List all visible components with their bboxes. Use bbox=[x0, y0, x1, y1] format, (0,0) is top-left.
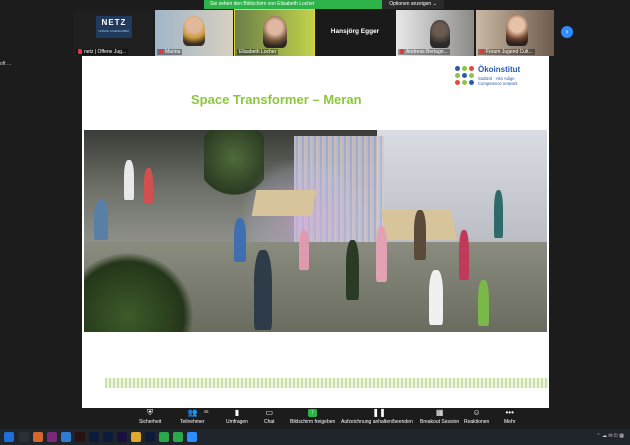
whatsapp-icon[interactable] bbox=[173, 432, 183, 442]
zoom-window: Sie sehen den Bildschirm von Elisabeth L… bbox=[0, 0, 630, 445]
reactions-icon: ☺ bbox=[472, 408, 481, 417]
record-button[interactable]: ❚❚ Aufzeichnung anhalten/beenden bbox=[341, 408, 413, 426]
participant-name: netz | Offene Jug... bbox=[84, 49, 127, 55]
windows-taskbar: ⌃ ☁ ✉ ⏻ ▦ bbox=[0, 429, 630, 445]
netz-logo: NETZ OFFENE JUGENDARBEIT bbox=[96, 16, 132, 38]
shared-slide: Ökoinstitut Südtirol · Alto Adige Compet… bbox=[82, 56, 549, 409]
participants-icon: 👥 bbox=[187, 408, 198, 417]
slide-footer-bar bbox=[105, 378, 548, 388]
participant-name: Marina bbox=[165, 49, 181, 55]
muted-mic-icon bbox=[400, 49, 404, 55]
shield-icon: ⛨ bbox=[147, 408, 154, 417]
muted-mic-icon bbox=[78, 49, 82, 55]
record-icon: ❚❚ bbox=[372, 408, 386, 417]
logo-dots-icon bbox=[455, 66, 475, 86]
photoshop2-icon[interactable] bbox=[145, 432, 155, 442]
chat-icon: ▭ bbox=[265, 408, 274, 417]
outlook-icon[interactable] bbox=[61, 432, 71, 442]
reactions-button[interactable]: ☺ Reaktionen bbox=[464, 408, 489, 426]
breakout-button[interactable]: ▦ Breakout Session bbox=[420, 408, 459, 426]
poll-icon: ▮ bbox=[234, 408, 240, 417]
participant-tile[interactable]: Forum Jugend Cult... bbox=[476, 10, 554, 56]
screen-share-banner: Sie sehen den Bildschirm von Elisabeth L… bbox=[204, 0, 382, 9]
side-tools[interactable]: oft ... bbox=[0, 61, 40, 69]
zoom-icon[interactable] bbox=[187, 432, 197, 442]
participant-tile[interactable]: NETZ OFFENE JUGENDARBEIT netz | Offene J… bbox=[74, 10, 153, 56]
next-page-arrow-icon[interactable]: › bbox=[561, 26, 573, 38]
system-tray[interactable]: ⌃ ☁ ✉ ⏻ ▦ bbox=[596, 433, 624, 439]
muted-mic-icon bbox=[159, 49, 163, 55]
muted-mic-icon bbox=[480, 49, 484, 55]
view-options-button[interactable]: Optionen anzeigen ⌄ bbox=[382, 0, 444, 9]
firefox-icon[interactable] bbox=[33, 432, 43, 442]
participant-video bbox=[263, 16, 287, 48]
start-icon[interactable] bbox=[4, 432, 14, 442]
files-icon[interactable] bbox=[131, 432, 141, 442]
participant-video bbox=[506, 14, 528, 46]
participant-name: Andreas Bertagn... bbox=[406, 49, 448, 55]
participant-strip: NETZ OFFENE JUGENDARBEIT netz | Offene J… bbox=[74, 9, 558, 57]
search-icon[interactable] bbox=[19, 432, 29, 442]
event-photo bbox=[84, 130, 547, 332]
participant-tile[interactable]: Hansjörg Egger bbox=[316, 10, 394, 56]
chrome-icon[interactable] bbox=[159, 432, 169, 442]
participant-count: 46 bbox=[203, 409, 209, 414]
participant-video bbox=[430, 20, 450, 48]
security-button[interactable]: ⛨ Sicherheit bbox=[139, 408, 161, 426]
onenote-icon[interactable] bbox=[47, 432, 57, 442]
chat-button[interactable]: ▭ Chat bbox=[264, 408, 275, 426]
share-screen-icon: ↑ bbox=[308, 409, 318, 417]
more-button[interactable]: ••• Mehr bbox=[504, 408, 515, 426]
logo-brand: Ökoinstitut bbox=[478, 65, 521, 74]
more-icon: ••• bbox=[505, 408, 514, 417]
participant-name: Forum Jugend Cult... bbox=[486, 49, 533, 55]
premiere-icon[interactable] bbox=[117, 432, 127, 442]
lightroom-icon[interactable] bbox=[89, 432, 99, 442]
participant-tile[interactable]: Marina bbox=[155, 10, 233, 56]
breakout-icon: ▦ bbox=[435, 408, 444, 417]
oekoinstitut-logo: Ökoinstitut Südtirol · Alto Adige Compet… bbox=[455, 65, 539, 87]
photoshop-icon[interactable] bbox=[103, 432, 113, 442]
participants-button[interactable]: 👥 46 Teilnehmer bbox=[180, 408, 208, 426]
logo-subline: Competence network bbox=[478, 81, 518, 86]
participant-video bbox=[183, 16, 205, 46]
participant-name: Elisabeth Locher bbox=[239, 49, 277, 55]
share-screen-button[interactable]: ↑ Bildschirm freigeben bbox=[290, 409, 335, 425]
illustrator-icon[interactable] bbox=[75, 432, 85, 442]
participant-tile-active-speaker[interactable]: Elisabeth Locher bbox=[234, 9, 315, 57]
meeting-toolbar: ⛨ Sicherheit 👥 46 Teilnehmer ▮ Umfragen ▭ Cha… bbox=[0, 408, 630, 429]
polls-button[interactable]: ▮ Umfragen bbox=[226, 408, 248, 426]
slide-title: Space Transformer – Meran bbox=[191, 92, 362, 107]
participant-tile[interactable]: Andreas Bertagn... bbox=[396, 10, 474, 56]
participant-name-placeholder: Hansjörg Egger bbox=[330, 28, 380, 35]
